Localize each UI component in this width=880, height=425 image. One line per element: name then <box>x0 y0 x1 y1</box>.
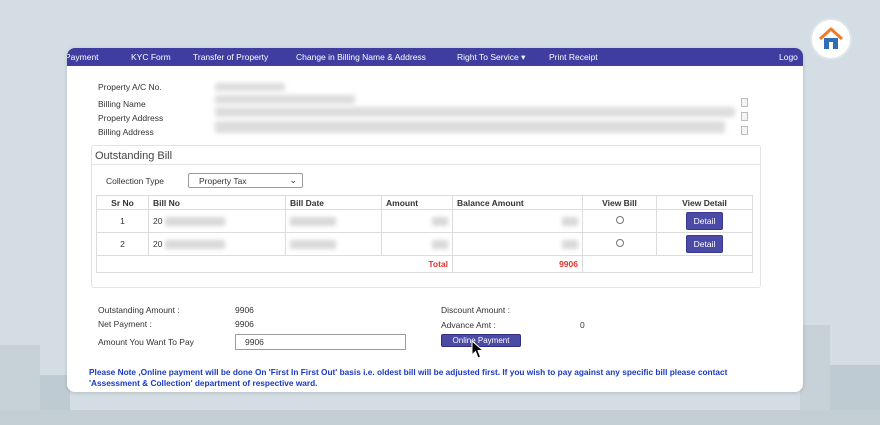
billing-name-label: Billing Name <box>98 99 146 109</box>
property-address-value-redacted <box>215 107 735 117</box>
advance-amount-label: Advance Amt : <box>441 320 496 330</box>
nav-transfer-of-property[interactable]: Transfer of Property <box>193 52 268 62</box>
app-window: Payment KYC Form Transfer of Property Ch… <box>67 48 803 392</box>
total-label: Total <box>96 255 453 273</box>
nav-change-billing-name-address[interactable]: Change in Billing Name & Address <box>296 52 426 62</box>
table-row: 2 20 Detail <box>96 232 753 256</box>
outstanding-amount-label: Outstanding Amount : <box>98 305 180 315</box>
table-row: 1 20 Detail <box>96 209 753 233</box>
property-address-label: Property Address <box>98 113 164 123</box>
top-navigation-bar: Payment KYC Form Transfer of Property Ch… <box>67 48 803 66</box>
nav-logout[interactable]: Logo <box>779 52 798 62</box>
header-amount: Amount <box>381 195 453 210</box>
advance-amount-value: 0 <box>580 320 585 330</box>
header-view-detail: View Detail <box>656 195 753 210</box>
header-bill-date: Bill Date <box>285 195 382 210</box>
amount-cell <box>381 232 453 256</box>
view-bill-radio[interactable] <box>615 216 624 224</box>
chevron-down-icon: ⌄ <box>289 175 297 185</box>
net-payment-value: 9906 <box>235 319 254 329</box>
balance-redacted <box>562 217 578 227</box>
billing-name-value-redacted <box>215 95 355 104</box>
header-sr-no: Sr No <box>96 195 149 210</box>
bill-date-cell <box>285 232 382 256</box>
view-detail-cell: Detail <box>656 232 753 256</box>
textarea-resize-handle[interactable] <box>741 98 748 107</box>
property-ac-label: Property A/C No. <box>98 82 162 92</box>
header-view-bill: View Bill <box>582 195 657 210</box>
divider <box>91 164 761 165</box>
amount-to-pay-label: Amount You Want To Pay <box>98 337 194 347</box>
collection-type-select[interactable]: Property Tax ⌄ <box>188 173 303 188</box>
amount-cell <box>381 209 453 233</box>
amount-redacted <box>432 217 448 227</box>
empty-cell <box>582 255 753 273</box>
property-ac-value-redacted <box>215 83 285 91</box>
balance-cell <box>452 209 583 233</box>
nav-print-receipt[interactable]: Print Receipt <box>549 52 598 62</box>
detail-button[interactable]: Detail <box>685 212 724 230</box>
bill-no-prefix: 20 <box>153 215 163 226</box>
sr-no-cell: 2 <box>96 232 149 256</box>
textarea-resize-handle[interactable] <box>741 126 748 135</box>
view-bill-cell <box>582 232 657 256</box>
view-bill-radio[interactable] <box>615 239 624 247</box>
discount-amount-label: Discount Amount : <box>441 305 510 315</box>
detail-button[interactable]: Detail <box>685 235 724 253</box>
balance-cell <box>452 232 583 256</box>
collection-type-value: Property Tax <box>199 176 247 186</box>
header-balance-amount: Balance Amount <box>452 195 583 210</box>
bill-date-cell <box>285 209 382 233</box>
bill-no-redacted <box>164 240 225 250</box>
net-payment-label: Net Payment : <box>98 319 152 329</box>
amount-to-pay-input[interactable]: 9906 <box>235 334 406 350</box>
billing-address-value-redacted <box>215 121 725 133</box>
amount-redacted <box>432 240 448 250</box>
payment-note: Please Note ,Online payment will be done… <box>89 367 728 388</box>
table-header-row: Sr No Bill No Bill Date Amount Balance A… <box>96 195 753 210</box>
outstanding-bill-table: Sr No Bill No Bill Date Amount Balance A… <box>96 195 753 273</box>
bill-no-cell: 20 <box>148 232 286 256</box>
view-detail-cell: Detail <box>656 209 753 233</box>
view-bill-cell <box>582 209 657 233</box>
header-bill-no: Bill No <box>148 195 286 210</box>
bill-no-prefix: 20 <box>153 238 163 249</box>
sr-no-cell: 1 <box>96 209 149 233</box>
billing-address-label: Billing Address <box>98 127 154 137</box>
bill-date-redacted <box>290 240 336 250</box>
bill-date-redacted <box>290 217 336 227</box>
textarea-resize-handle[interactable] <box>741 112 748 121</box>
bill-no-redacted <box>164 217 225 227</box>
outstanding-amount-value: 9906 <box>235 305 254 315</box>
nav-payment[interactable]: Payment <box>67 52 99 62</box>
nav-kyc-form[interactable]: KYC Form <box>131 52 171 62</box>
nav-right-to-service[interactable]: Right To Service ▾ <box>457 52 525 63</box>
table-total-row: Total 9906 <box>96 255 753 273</box>
outstanding-bill-title: Outstanding Bill <box>95 150 173 162</box>
house-logo-icon <box>810 18 852 60</box>
total-value: 9906 <box>452 255 583 273</box>
balance-redacted <box>562 240 578 250</box>
bill-no-cell: 20 <box>148 209 286 233</box>
collection-type-label: Collection Type <box>106 176 164 186</box>
mouse-pointer-icon <box>471 340 485 359</box>
